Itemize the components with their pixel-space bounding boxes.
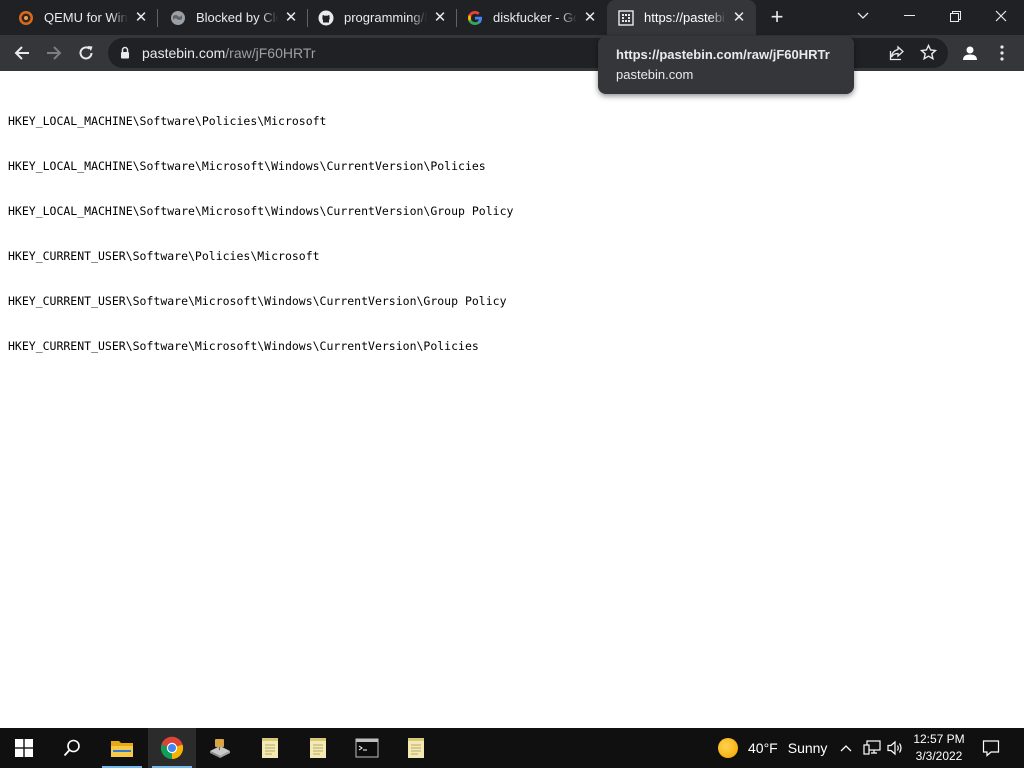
taskbar-notepad-1[interactable] xyxy=(246,728,294,768)
globe-icon xyxy=(170,10,186,26)
paste-line: HKEY_LOCAL_MACHINE\Software\Microsoft\Wi… xyxy=(8,204,514,218)
system-clock[interactable]: 12:57 PM 3/3/2022 xyxy=(904,731,974,765)
tab-pastebin-active[interactable]: https://pastebin.com ✕ xyxy=(607,0,756,35)
tab-title: programming/D xyxy=(344,10,427,25)
folder-icon xyxy=(111,741,133,757)
tab-strip: QEMU for Windows ✕ Blocked by Cloudflare… xyxy=(0,0,1024,35)
windows-taskbar: 40°F Sunny 12:57 PM 3/3/2022 xyxy=(0,728,1024,768)
close-tab-icon[interactable]: ✕ xyxy=(431,9,449,27)
url-domain: pastebin.com xyxy=(142,45,226,61)
tab-qemu[interactable]: QEMU for Windows ✕ xyxy=(0,0,158,35)
show-hidden-icons-chevron-icon[interactable] xyxy=(836,738,856,758)
share-icon[interactable] xyxy=(889,45,905,66)
google-icon xyxy=(467,10,483,26)
notification-center-icon[interactable] xyxy=(981,738,1001,758)
pastebin-icon xyxy=(618,9,634,26)
forward-button[interactable] xyxy=(40,39,68,67)
network-icon[interactable] xyxy=(862,738,882,758)
paste-line: HKEY_CURRENT_USER\Software\Microsoft\Win… xyxy=(8,294,507,308)
clock-date: 3/3/2022 xyxy=(915,749,963,763)
tab-title: QEMU for Windows xyxy=(44,10,128,25)
sun-icon xyxy=(718,738,738,758)
minimize-button[interactable] xyxy=(886,0,932,32)
taskbar-app-drive[interactable] xyxy=(196,728,244,768)
notepad-icon xyxy=(262,738,278,758)
tab-google[interactable]: diskfucker - Google ✕ xyxy=(457,0,607,35)
hover-card-title: https://pastebin.com/raw/jF60HRTr xyxy=(616,47,830,62)
restore-button[interactable] xyxy=(932,0,978,32)
weather-widget[interactable]: 40°F Sunny xyxy=(718,728,827,768)
url-path: /raw/jF60HRTr xyxy=(225,45,316,61)
windows-logo-icon xyxy=(15,739,33,757)
start-button[interactable] xyxy=(0,728,48,768)
back-button[interactable] xyxy=(8,39,36,67)
new-tab-button[interactable]: + xyxy=(765,5,789,29)
taskbar-file-explorer[interactable] xyxy=(98,728,146,768)
weather-temperature: 40°F xyxy=(748,740,778,756)
close-tab-icon[interactable]: ✕ xyxy=(282,9,300,27)
lock-icon[interactable] xyxy=(120,46,130,64)
close-tab-icon[interactable]: ✕ xyxy=(581,9,599,27)
hover-card-domain: pastebin.com xyxy=(616,67,694,82)
search-button[interactable] xyxy=(48,728,96,768)
tab-cloudflare[interactable]: Blocked by Cloudflare ✕ xyxy=(158,0,308,35)
close-window-button[interactable] xyxy=(978,0,1024,32)
disk-utility-icon xyxy=(210,739,230,758)
profile-avatar-icon[interactable] xyxy=(958,41,982,65)
volume-icon[interactable] xyxy=(885,738,905,758)
close-tab-icon[interactable]: ✕ xyxy=(132,9,150,27)
tab-hover-card: https://pastebin.com/raw/jF60HRTr pasteb… xyxy=(598,36,854,94)
paste-line: HKEY_CURRENT_USER\Software\Policies\Micr… xyxy=(8,249,320,263)
terminal-icon xyxy=(355,738,379,758)
paste-line: HKEY_LOCAL_MACHINE\Software\Policies\Mic… xyxy=(8,114,327,128)
tab-search-button[interactable] xyxy=(840,0,886,32)
tab-title: diskfucker - Google xyxy=(493,10,577,25)
chrome-icon xyxy=(160,736,184,760)
tab-title: https://pastebin.com xyxy=(644,10,726,25)
raw-paste-content: HKEY_LOCAL_MACHINE\Software\Policies\Mic… xyxy=(8,84,513,369)
qemu-icon xyxy=(18,10,34,26)
weather-condition: Sunny xyxy=(787,740,828,756)
notepad-icon xyxy=(408,738,424,758)
paste-line: HKEY_LOCAL_MACHINE\Software\Microsoft\Wi… xyxy=(8,159,486,173)
browser-toolbar: pastebin.com/raw/jF60HRTr xyxy=(0,35,1024,71)
taskbar-notepad-2[interactable] xyxy=(294,728,342,768)
reload-button[interactable] xyxy=(72,39,100,67)
search-icon xyxy=(63,739,80,757)
bookmark-star-icon[interactable] xyxy=(919,43,938,66)
notepad-icon xyxy=(310,738,326,758)
more-menu-icon[interactable] xyxy=(992,41,1012,65)
taskbar-notepad-3[interactable] xyxy=(392,728,440,768)
taskbar-chrome[interactable] xyxy=(148,728,196,768)
tab-github[interactable]: programming/D ✕ xyxy=(308,0,457,35)
url-text[interactable]: pastebin.com/raw/jF60HRTr xyxy=(142,45,316,61)
taskbar-command-prompt[interactable] xyxy=(343,728,391,768)
clock-time: 12:57 PM xyxy=(913,732,965,746)
github-icon xyxy=(318,10,334,26)
paste-line: HKEY_CURRENT_USER\Software\Microsoft\Win… xyxy=(8,339,479,353)
tab-title: Blocked by Cloudflare xyxy=(196,10,278,25)
close-tab-icon[interactable]: ✕ xyxy=(730,9,748,27)
